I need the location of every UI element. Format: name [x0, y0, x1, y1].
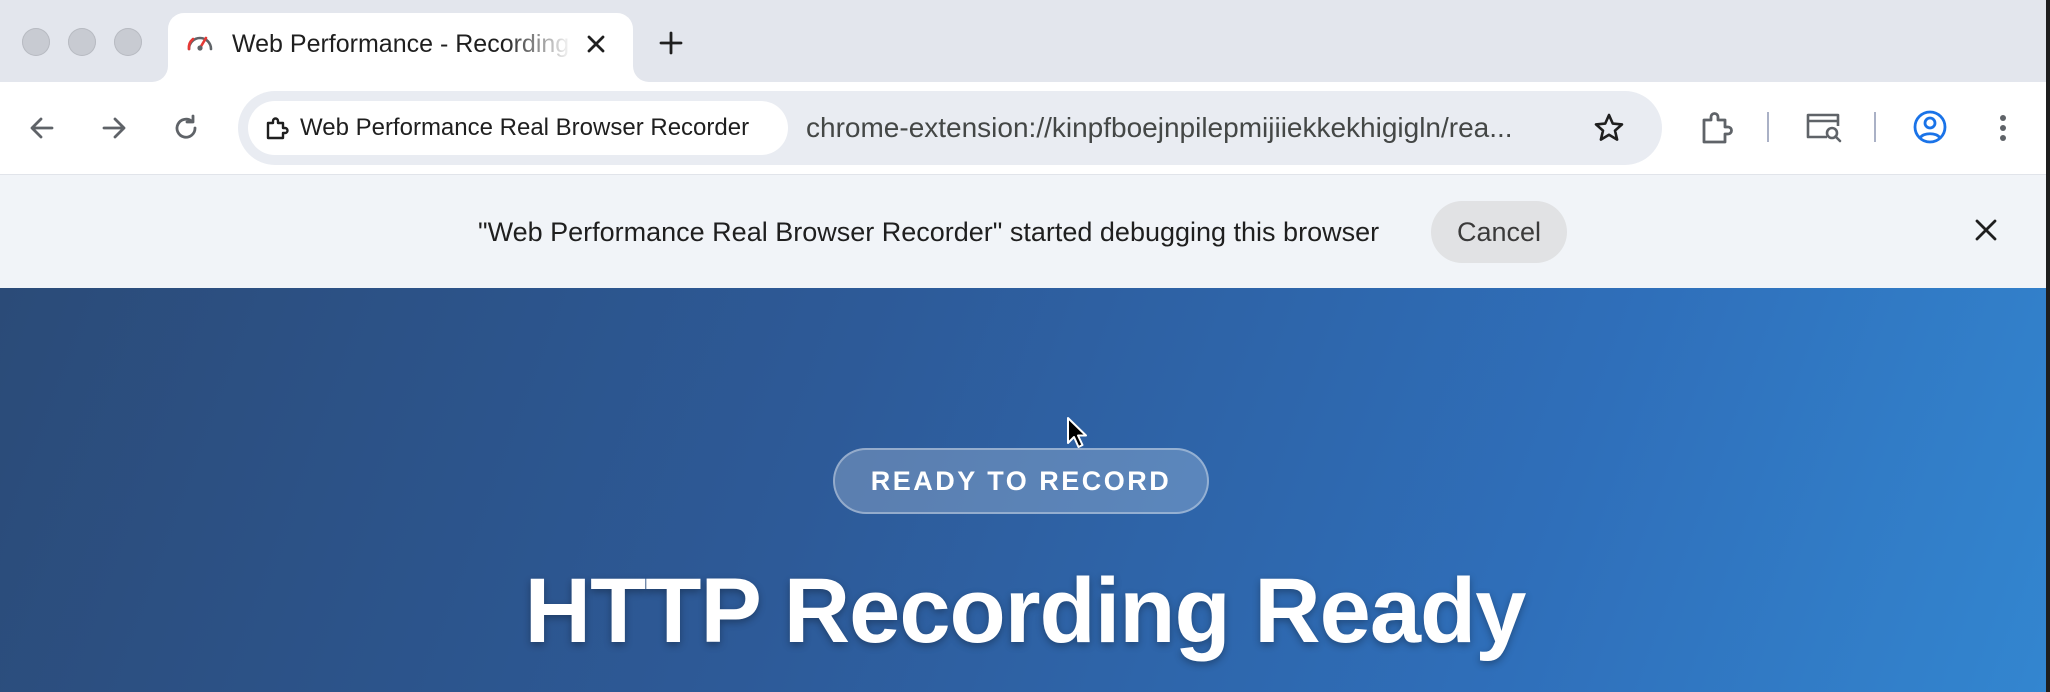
close-icon[interactable]	[582, 30, 610, 58]
window-minimize-button[interactable]	[68, 28, 96, 56]
toolbar-divider	[1874, 112, 1876, 142]
account-circle-icon[interactable]	[1909, 106, 1951, 148]
page-content: READY TO RECORD HTTP Recording Ready	[0, 288, 2050, 692]
window-close-button[interactable]	[22, 28, 50, 56]
status-badge: READY TO RECORD	[833, 448, 1209, 514]
speedometer-icon	[184, 27, 216, 59]
url-text[interactable]: chrome-extension://kinpfboejnpilepmijiie…	[806, 91, 1513, 165]
page-title: HTTP Recording Ready	[524, 560, 1527, 662]
tab-search-icon[interactable]	[1802, 106, 1844, 148]
cancel-button[interactable]: Cancel	[1431, 201, 1567, 263]
mouse-cursor-icon	[1066, 416, 1090, 452]
debugging-infobar: "Web Performance Real Browser Recorder" …	[0, 174, 2050, 288]
infobar-message: "Web Performance Real Browser Recorder" …	[478, 217, 1380, 247]
window-edge	[2046, 0, 2050, 692]
close-icon[interactable]	[1970, 214, 2002, 246]
toolbar-divider	[1767, 112, 1769, 142]
browser-window: Web Performance - Recording Web Performa…	[0, 0, 2050, 692]
puzzle-piece-icon	[264, 115, 290, 141]
more-vertical-icon[interactable]	[1985, 108, 2021, 148]
arrow-left-icon[interactable]	[24, 110, 60, 146]
tab-web-performance-recording[interactable]: Web Performance - Recording	[168, 13, 633, 82]
site-chip-label: Web Performance Real Browser Recorder	[300, 114, 750, 141]
reload-icon[interactable]	[168, 110, 204, 146]
plus-icon[interactable]	[655, 27, 687, 59]
window-zoom-button[interactable]	[114, 28, 142, 56]
tab-title: Web Performance - Recording	[232, 30, 570, 58]
puzzle-piece-icon[interactable]	[1697, 108, 1737, 148]
tab-strip: Web Performance - Recording	[0, 0, 2050, 82]
address-bar[interactable]: Web Performance Real Browser Recorder ch…	[238, 91, 1662, 165]
star-icon[interactable]	[1592, 111, 1626, 145]
arrow-right-icon[interactable]	[96, 110, 132, 146]
toolbar: Web Performance Real Browser Recorder ch…	[0, 82, 2050, 174]
site-info-chip[interactable]: Web Performance Real Browser Recorder	[248, 101, 788, 155]
